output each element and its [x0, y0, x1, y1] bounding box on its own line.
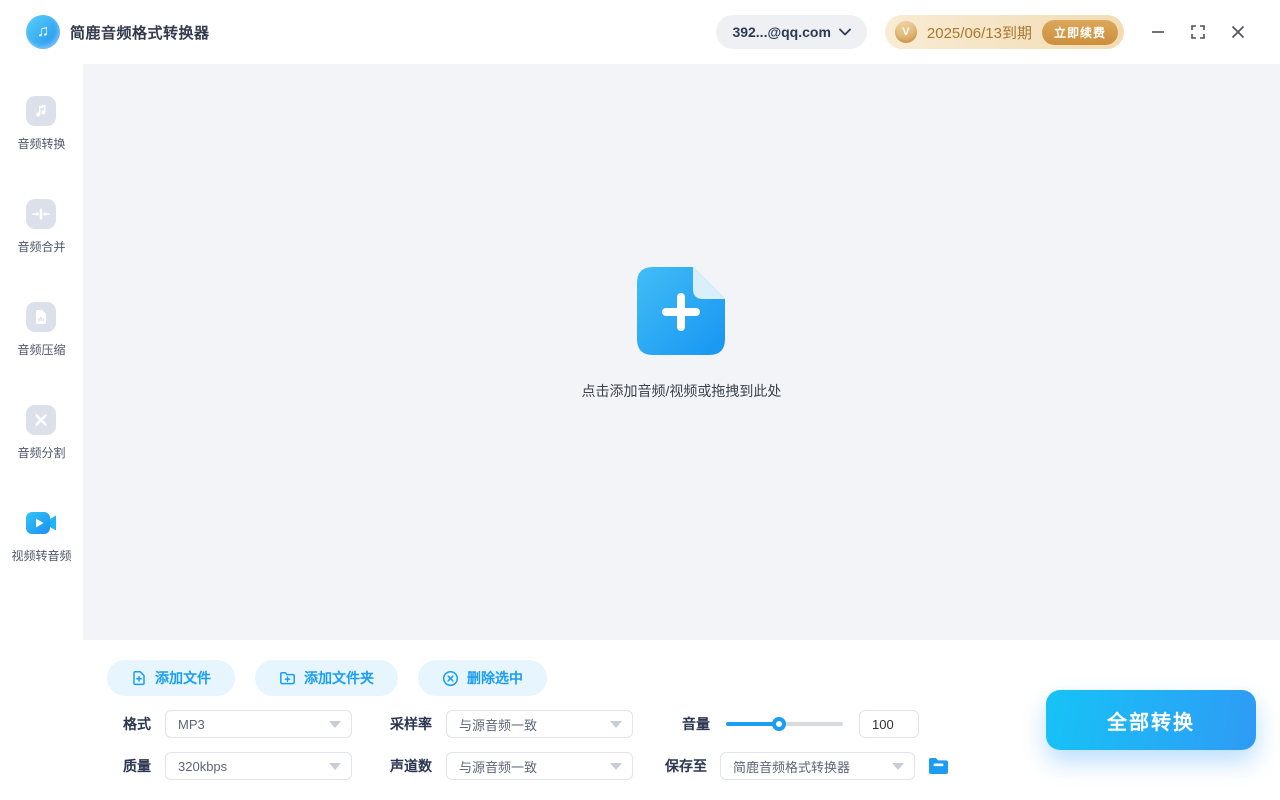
select-caret-icon: [329, 720, 341, 728]
vip-expiry-date: 2025/06/13到期: [926, 24, 1032, 42]
merge-icon: [26, 199, 57, 229]
title-bar: ♫ 简鹿音频格式转换器 392...@qq.com V 2025/06/13到期…: [0, 0, 1280, 64]
format-select[interactable]: MP3: [165, 710, 352, 738]
maximize-icon: [1191, 25, 1205, 39]
minimize-button[interactable]: [1142, 16, 1174, 48]
add-file-button[interactable]: 添加文件: [107, 660, 235, 696]
dropzone-hint: 点击添加音频/视频或拖拽到此处: [581, 383, 782, 399]
sidebar-item-audio-split[interactable]: 音频分割: [17, 405, 66, 461]
sidebar-item-video-to-audio[interactable]: 视频转音频: [11, 508, 72, 564]
save-to-setting: 保存至 简鹿音频格式转换器: [665, 752, 950, 780]
renew-button[interactable]: 立即续费: [1041, 19, 1118, 45]
sidebar-item-label: 音频合并: [17, 240, 66, 254]
minimize-icon: [1152, 31, 1164, 33]
sidebar: 音频转换 音频合并 音频压缩 音频分割 视频转音频: [0, 64, 83, 800]
format-setting: 格式 MP3: [123, 710, 352, 738]
video-camera-icon: [26, 512, 57, 534]
quality-value: 320kbps: [178, 758, 228, 774]
toolbar: 添加文件 添加文件夹 删除选中: [107, 660, 547, 696]
sample-rate-setting: 采样率 与源音频一致: [390, 710, 633, 738]
channels-setting: 声道数 与源音频一致: [390, 752, 633, 780]
compress-file-icon: [26, 302, 57, 332]
account-dropdown[interactable]: 392...@qq.com: [716, 15, 867, 49]
close-button[interactable]: [1222, 16, 1254, 48]
volume-slider-fill: [726, 722, 779, 726]
maximize-button[interactable]: [1182, 16, 1214, 48]
open-folder-button[interactable]: [928, 757, 950, 775]
add-folder-label: 添加文件夹: [304, 670, 374, 686]
sample-rate-label: 采样率: [390, 716, 432, 732]
account-email: 392...@qq.com: [732, 24, 831, 40]
bottom-panel: 添加文件 添加文件夹 删除选中 格式 MP3 采样率 与源音频一致 音量 100…: [83, 640, 1280, 800]
close-icon: [1231, 25, 1245, 39]
add-file-label: 添加文件: [155, 670, 211, 686]
brand: ♫ 简鹿音频格式转换器: [26, 15, 210, 49]
delete-selected-button[interactable]: 删除选中: [418, 660, 547, 696]
delete-selected-label: 删除选中: [467, 670, 523, 686]
volume-label: 音量: [682, 716, 710, 732]
open-folder-icon: [929, 758, 948, 774]
channels-value: 与源音频一致: [459, 759, 538, 775]
volume-slider[interactable]: [726, 717, 843, 731]
convert-all-button[interactable]: 全部转换: [1046, 690, 1256, 750]
add-file-drop-icon: [637, 267, 726, 355]
select-caret-icon: [329, 762, 341, 770]
quality-label: 质量: [123, 758, 151, 774]
app-title: 简鹿音频格式转换器: [70, 24, 210, 42]
file-list-area: 点击添加音频/视频或拖拽到此处: [83, 64, 1280, 640]
dropzone[interactable]: 点击添加音频/视频或拖拽到此处: [581, 267, 782, 401]
save-to-label: 保存至: [665, 758, 707, 774]
save-to-value: 简鹿音频格式转换器: [733, 759, 851, 775]
vip-icon: V: [894, 21, 917, 43]
vip-banner: V 2025/06/13到期 立即续费: [884, 15, 1124, 49]
quality-setting: 质量 320kbps: [123, 752, 352, 780]
circle-x-icon: [442, 670, 459, 686]
add-folder-button[interactable]: 添加文件夹: [255, 660, 398, 696]
sample-rate-value: 与源音频一致: [459, 717, 538, 733]
sidebar-item-label: 音频分割: [17, 446, 66, 460]
format-label: 格式: [123, 716, 151, 732]
chevron-down-icon: [839, 28, 851, 36]
volume-input[interactable]: [859, 710, 919, 738]
select-caret-icon: [610, 720, 622, 728]
channels-select[interactable]: 与源音频一致: [446, 752, 633, 780]
select-caret-icon: [610, 762, 622, 770]
sidebar-item-label: 音频压缩: [17, 343, 66, 357]
sidebar-item-label: 音频转换: [17, 137, 66, 151]
quality-select[interactable]: 320kbps: [165, 752, 352, 780]
folder-plus-icon: [280, 672, 295, 685]
file-plus-icon: [133, 671, 145, 686]
app-logo-icon: ♫: [26, 15, 60, 49]
music-note-icon: [26, 96, 57, 126]
window-controls: [1142, 16, 1254, 48]
sidebar-item-audio-compress[interactable]: 音频压缩: [17, 302, 66, 358]
scissors-icon: [26, 405, 57, 435]
channels-label: 声道数: [390, 758, 432, 774]
sidebar-item-audio-merge[interactable]: 音频合并: [17, 199, 66, 255]
format-value: MP3: [178, 716, 205, 732]
save-to-select[interactable]: 简鹿音频格式转换器: [720, 752, 915, 780]
sidebar-item-audio-convert[interactable]: 音频转换: [17, 96, 66, 152]
select-caret-icon: [892, 762, 904, 770]
volume-slider-thumb[interactable]: [771, 717, 786, 731]
sidebar-item-label: 视频转音频: [11, 549, 72, 563]
sample-rate-select[interactable]: 与源音频一致: [446, 710, 633, 738]
volume-setting: 音量: [682, 710, 919, 738]
